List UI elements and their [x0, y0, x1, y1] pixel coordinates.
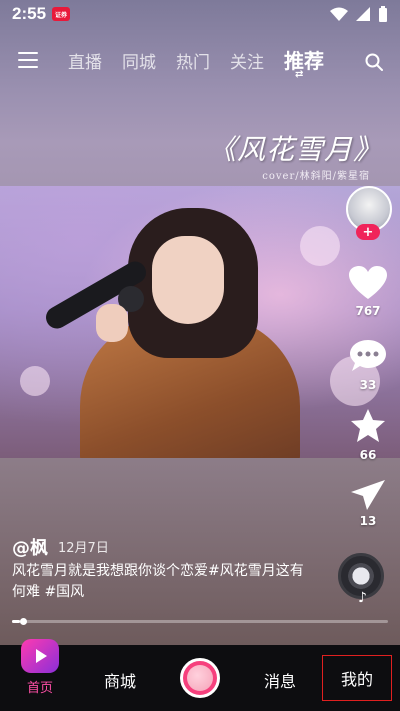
bottom-nav: 首页 商城 消息 我的 — [0, 639, 400, 711]
video-frame[interactable] — [0, 186, 400, 458]
post-caption[interactable]: 风花雪月就是我想跟你谈个恋爱#风花雪月这有何难 #国风 — [12, 561, 312, 603]
author-name[interactable]: @枫 — [12, 534, 48, 560]
tab-live[interactable]: 直播 — [68, 48, 102, 74]
swap-icon: ⇄ — [295, 69, 304, 80]
battery-icon — [379, 6, 387, 22]
share-icon — [351, 480, 385, 510]
post-date: 12月7日 — [58, 541, 109, 556]
favorite-count: 66 — [359, 448, 377, 462]
share-count: 13 — [359, 514, 377, 528]
comment-count: 33 — [359, 378, 377, 392]
share-button[interactable]: 13 — [344, 480, 392, 528]
comment-icon — [350, 340, 386, 371]
top-nav: 直播 同城 热门 关注 推荐 ⇄ — [0, 42, 400, 82]
nav-home-label: 首页 — [26, 681, 53, 696]
like-count: 767 — [355, 304, 381, 318]
star-icon — [351, 409, 385, 442]
feed-tabs: 直播 同城 热门 关注 推荐 ⇄ — [68, 45, 324, 80]
record-button[interactable] — [180, 658, 220, 698]
tab-hot[interactable]: 热门 — [176, 48, 210, 74]
tab-recommended[interactable]: 推荐 ⇄ — [284, 45, 324, 80]
song-title: 《风花雪月》 — [207, 133, 382, 166]
heart-icon — [349, 266, 387, 299]
tab-following[interactable]: 关注 — [230, 48, 264, 74]
wifi-icon — [330, 7, 348, 21]
nav-me[interactable]: 我的 — [322, 655, 392, 701]
like-button[interactable]: 767 — [344, 266, 392, 318]
song-credit: cover/林斜阳/紫星宿 — [262, 171, 370, 182]
status-bar: 2:55 证券 — [0, 0, 400, 28]
favorite-button[interactable]: 66 — [344, 408, 392, 462]
singer-face — [152, 236, 224, 324]
nav-mall[interactable]: 商城 — [88, 668, 152, 692]
tab-nearby[interactable]: 同城 — [122, 48, 156, 74]
status-time: 2:55 — [12, 4, 47, 23]
app-badge-icon: 证券 — [52, 7, 71, 21]
signal-icon — [356, 7, 370, 21]
comment-button[interactable]: 33 — [344, 340, 392, 392]
play-icon — [21, 639, 59, 673]
nav-home[interactable]: 首页 — [16, 639, 64, 696]
menu-icon[interactable] — [18, 52, 38, 70]
follow-button[interactable]: + — [356, 224, 380, 240]
music-note-icon: ♪ — [358, 590, 367, 606]
search-icon[interactable] — [364, 52, 384, 72]
video-progress-bar[interactable] — [12, 618, 388, 625]
progress-handle[interactable] — [19, 618, 27, 625]
nav-messages[interactable]: 消息 — [248, 668, 312, 692]
